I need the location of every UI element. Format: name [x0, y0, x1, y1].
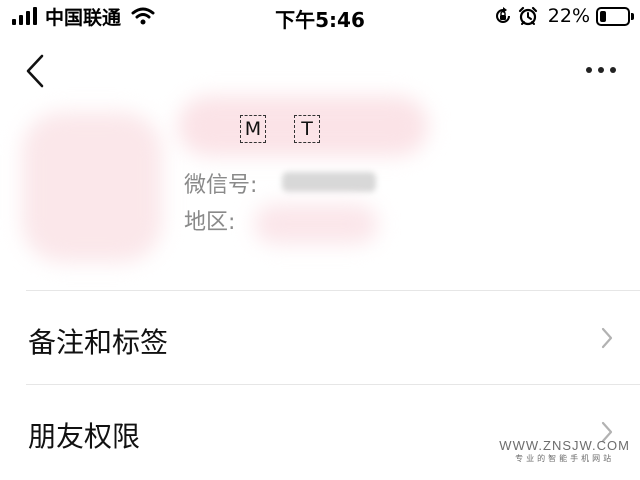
wechat-id-value [282, 172, 376, 192]
friend-permissions-row[interactable]: 朋友权限 [0, 385, 640, 479]
watermark-tagline: 专业的智能手机网站 [515, 454, 615, 463]
remark-and-tags-row[interactable]: 备注和标签 [0, 291, 640, 385]
watermark-site: WWW.ZNSJW.COM [499, 438, 630, 453]
region-value [254, 204, 378, 244]
name-initial-m: M [240, 115, 266, 143]
chevron-left-icon [26, 54, 44, 88]
watermark: WWW.ZNSJW.COM 专业的智能手机网站 [499, 438, 630, 464]
battery-percent: 22% [547, 5, 590, 27]
more-dot [610, 67, 616, 73]
row-label: 备注和标签 [28, 326, 169, 359]
chevron-right-icon [601, 327, 613, 349]
battery-icon [596, 6, 634, 26]
status-right: 22% [494, 4, 634, 28]
more-button[interactable] [576, 62, 616, 78]
more-dot [598, 67, 604, 73]
wechat-id-label: 微信号: [184, 173, 258, 198]
alarm-icon [518, 6, 537, 26]
battery-fill [600, 10, 606, 22]
more-dot [586, 67, 592, 73]
row-label: 朋友权限 [28, 420, 141, 453]
back-button[interactable] [22, 52, 52, 90]
rotation-lock-icon [495, 7, 510, 23]
name-initial-t: T [294, 115, 320, 143]
status-bar: 中国联通 下午5:46 22% [0, 0, 640, 34]
avatar[interactable] [22, 112, 162, 262]
region-label: 地区: [184, 210, 236, 235]
